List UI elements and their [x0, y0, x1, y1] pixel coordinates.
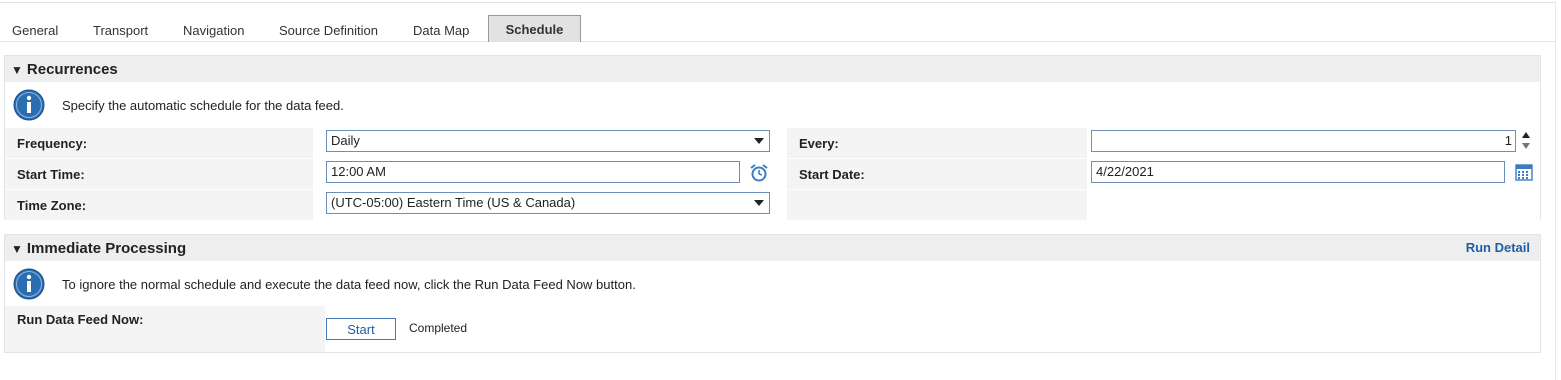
run-detail-link[interactable]: Run Detail — [1466, 235, 1530, 261]
start-time-cell: 12:00 AM — [313, 159, 787, 189]
recurrences-title-wrap: ▼ Recurrences — [11, 56, 118, 84]
right-border — [1555, 2, 1556, 380]
recurrences-info-text: Specify the automatic schedule for the d… — [62, 98, 344, 113]
info-icon — [13, 268, 45, 300]
every-spinner[interactable] — [1521, 131, 1531, 151]
empty-value-cell — [1087, 190, 1540, 220]
frequency-row: Frequency: Daily Every: 1 — [5, 128, 1540, 158]
time-zone-row: Time Zone: (UTC-05:00) Eastern Time (US … — [5, 190, 1540, 220]
start-time-row: Start Time: 12:00 AM Start Date: 4/22/20… — [5, 159, 1540, 189]
immediate-processing-title: Immediate Processing — [26, 240, 187, 257]
tab-general[interactable]: General — [12, 15, 58, 41]
calendar-icon[interactable] — [1515, 164, 1533, 181]
frequency-value: Daily — [331, 133, 360, 148]
top-border — [0, 2, 1556, 3]
start-date-input[interactable]: 4/22/2021 — [1091, 161, 1505, 183]
tab-bar: General Transport Navigation Source Defi… — [0, 15, 1556, 42]
immediate-processing-header[interactable]: ▼ Immediate Processing Run Detail — [5, 235, 1540, 261]
every-input[interactable]: 1 — [1091, 130, 1516, 152]
chevron-down-icon — [754, 138, 764, 144]
tab-schedule[interactable]: Schedule — [488, 15, 581, 42]
frequency-label: Frequency: — [5, 128, 325, 158]
start-date-label: Start Date: — [787, 159, 1099, 189]
time-zone-cell: (UTC-05:00) Eastern Time (US & Canada) — [313, 190, 787, 220]
recurrences-title: Recurrences — [26, 61, 118, 78]
run-now-row: Run Data Feed Now: Start Completed — [5, 306, 1540, 352]
collapse-triangle-icon[interactable]: ▼ — [11, 63, 23, 77]
collapse-triangle-icon[interactable]: ▼ — [11, 242, 23, 256]
chevron-down-icon — [754, 200, 764, 206]
tab-source-definition[interactable]: Source Definition — [279, 15, 378, 41]
start-date-cell: 4/22/2021 — [1087, 159, 1540, 189]
empty-label-cell — [787, 190, 1087, 220]
run-now-label: Run Data Feed Now: — [5, 306, 325, 352]
tab-transport[interactable]: Transport — [93, 15, 148, 41]
frequency-cell: Daily — [313, 128, 787, 158]
start-time-label: Start Time: — [5, 159, 325, 189]
recurrences-header[interactable]: ▼ Recurrences — [5, 56, 1540, 82]
frequency-select[interactable]: Daily — [326, 130, 770, 152]
tab-navigation[interactable]: Navigation — [183, 15, 244, 41]
immediate-info-text: To ignore the normal schedule and execut… — [62, 277, 636, 292]
info-icon — [13, 89, 45, 121]
alarm-clock-icon[interactable] — [749, 163, 769, 183]
every-cell: 1 — [1087, 128, 1540, 158]
immediate-processing-section: ▼ Immediate Processing Run Detail To igno… — [4, 234, 1541, 353]
start-button[interactable]: Start — [326, 318, 396, 340]
start-time-input[interactable]: 12:00 AM — [326, 161, 740, 183]
spinner-down-icon — [1522, 143, 1530, 149]
time-zone-value: (UTC-05:00) Eastern Time (US & Canada) — [331, 195, 576, 210]
every-label: Every: — [787, 128, 1099, 158]
immediate-title-wrap: ▼ Immediate Processing — [11, 235, 186, 263]
time-zone-select[interactable]: (UTC-05:00) Eastern Time (US & Canada) — [326, 192, 770, 214]
recurrences-section: ▼ Recurrences Specify the automatic sched… — [4, 55, 1541, 220]
time-zone-label: Time Zone: — [5, 190, 325, 220]
spinner-up-icon — [1522, 132, 1530, 138]
tab-data-map[interactable]: Data Map — [413, 15, 469, 41]
run-status-text: Completed — [409, 321, 468, 335]
